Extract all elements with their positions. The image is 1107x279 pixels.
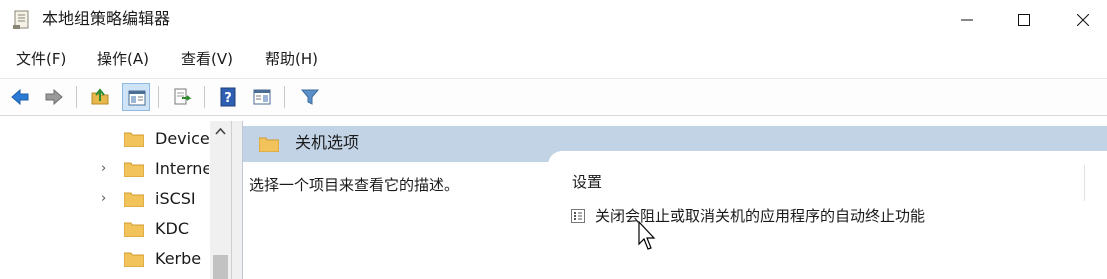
scroll-up-icon[interactable] bbox=[215, 127, 226, 135]
show-hide-tree-button[interactable] bbox=[122, 83, 150, 111]
minimize-icon bbox=[961, 19, 973, 21]
properties-button[interactable] bbox=[248, 83, 276, 111]
help-button[interactable]: ? bbox=[214, 83, 242, 111]
tree-item-label: KDC bbox=[155, 219, 189, 238]
tree-item-label: Device bbox=[155, 129, 209, 148]
menu-help[interactable]: 帮助(H) bbox=[265, 49, 318, 69]
folder-icon bbox=[124, 222, 144, 237]
toolbar-separator bbox=[76, 86, 77, 108]
close-icon bbox=[1077, 14, 1089, 26]
details-pane: 关机选项 选择一个项目来查看它的描述。 设置 关闭会阻止或取消关机的应用程序的自… bbox=[242, 121, 1107, 279]
show-hide-tree-icon bbox=[128, 90, 146, 106]
properties-icon bbox=[253, 89, 271, 105]
up-one-level-button[interactable] bbox=[86, 83, 114, 111]
description-panel: 选择一个项目来查看它的描述。 bbox=[243, 162, 548, 279]
back-button[interactable] bbox=[6, 83, 34, 111]
tree-scrollbar[interactable] bbox=[210, 121, 231, 279]
menu-file[interactable]: 文件(F) bbox=[16, 49, 66, 69]
tree-expander[interactable]: › bbox=[101, 191, 106, 206]
tree-item-label: iSCSI bbox=[155, 189, 196, 208]
tree-item-label: Interne bbox=[155, 159, 209, 178]
filter-button[interactable] bbox=[296, 83, 324, 111]
maximize-button[interactable] bbox=[1001, 0, 1047, 40]
toolbar-separator bbox=[284, 86, 285, 108]
column-divider[interactable] bbox=[1084, 165, 1085, 201]
folder-icon bbox=[124, 192, 144, 207]
tree-pane[interactable]: Device › Interne › iSCSI KDC Kerbe bbox=[0, 121, 232, 279]
forward-arrow-icon bbox=[45, 88, 63, 106]
scrollbar-thumb[interactable] bbox=[213, 255, 228, 279]
tree-item-device[interactable]: Device bbox=[0, 125, 210, 153]
close-button[interactable] bbox=[1060, 0, 1106, 40]
tree-item-internet[interactable]: › Interne bbox=[0, 155, 210, 183]
policy-setting-icon bbox=[571, 209, 585, 223]
svg-text:?: ? bbox=[224, 91, 232, 106]
export-list-button[interactable] bbox=[168, 83, 196, 111]
folder-icon bbox=[124, 162, 144, 177]
group-policy-app-icon bbox=[13, 9, 31, 30]
title-bar: 本地组策略编辑器 bbox=[0, 0, 1107, 40]
menu-view[interactable]: 查看(V) bbox=[181, 49, 233, 69]
minimize-button[interactable] bbox=[944, 0, 990, 40]
export-list-icon bbox=[174, 88, 192, 105]
toolbar-separator bbox=[204, 86, 205, 108]
toolbar: ? bbox=[0, 78, 1107, 116]
menu-action[interactable]: 操作(A) bbox=[97, 49, 149, 69]
description-text: 选择一个项目来查看它的描述。 bbox=[249, 176, 460, 194]
mouse-cursor-icon bbox=[638, 221, 656, 250]
settings-list: 设置 关闭会阻止或取消关机的应用程序的自动终止功能 bbox=[548, 151, 1107, 279]
maximize-icon bbox=[1018, 14, 1030, 26]
tree-expander[interactable]: › bbox=[101, 161, 106, 176]
folder-icon bbox=[259, 137, 279, 152]
tree-item-kdc[interactable]: KDC bbox=[0, 215, 210, 243]
menu-bar: 文件(F) 操作(A) 查看(V) 帮助(H) bbox=[0, 45, 1107, 73]
tree-item-kerberos[interactable]: Kerbe bbox=[0, 245, 210, 273]
up-folder-icon bbox=[91, 88, 109, 105]
tree-item-iscsi[interactable]: › iSCSI bbox=[0, 185, 210, 213]
pane-splitter[interactable] bbox=[232, 121, 242, 279]
toolbar-separator bbox=[158, 86, 159, 108]
details-header-title: 关机选项 bbox=[295, 133, 360, 152]
folder-icon bbox=[124, 132, 144, 147]
tree-item-label: Kerbe bbox=[155, 249, 202, 268]
settings-column-header[interactable]: 设置 bbox=[572, 172, 602, 192]
folder-icon bbox=[124, 252, 144, 267]
forward-button[interactable] bbox=[40, 83, 68, 111]
window-title: 本地组策略编辑器 bbox=[42, 9, 171, 28]
back-arrow-icon bbox=[11, 88, 29, 106]
filter-icon bbox=[300, 89, 320, 105]
help-icon: ? bbox=[220, 87, 236, 107]
